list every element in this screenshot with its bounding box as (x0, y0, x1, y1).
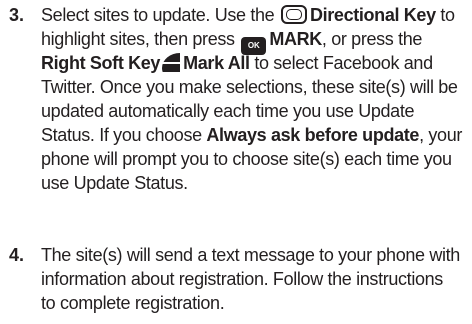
step-3-line-7: phone will prompt you to choose site(s) … (41, 149, 452, 169)
step-4-line-2: information about registration. Follow t… (41, 269, 443, 289)
step-3-line-3: Right Soft Key Mark All to select Faceboo… (41, 51, 468, 75)
directional-key-label: Directional Key (309, 5, 436, 25)
text-run: Status. If you choose (41, 125, 207, 145)
mark-all-label: Mark All (183, 53, 250, 73)
text-run: highlight sites, then press (41, 29, 240, 49)
step-3-text: Select sites to update. Use the Directio… (41, 3, 468, 195)
step-3-line-1: Select sites to update. Use the Directio… (41, 3, 468, 27)
directional-key-icon (280, 5, 307, 24)
mark-label: MARK (269, 29, 322, 49)
step-3-line-5: updated automatically each time you use … (41, 101, 415, 121)
text-run: , your (419, 125, 463, 145)
step-3-line-6: Status. If you choose Always ask before … (41, 123, 468, 147)
step-4-text: The site(s) will send a text message to … (41, 243, 468, 315)
step-4-line-1: The site(s) will send a text message to … (41, 245, 460, 265)
step-3-line-4: Twitter. Once you make selections, these… (41, 77, 458, 97)
right-soft-key-label: Right Soft Key (41, 53, 161, 73)
text-run: , or press the (321, 29, 423, 49)
right-soft-key-icon (162, 53, 181, 72)
text-run: to (435, 5, 455, 25)
text-run: to select Facebook and (249, 53, 433, 73)
text-run: Select sites to update. Use the (41, 5, 279, 25)
always-ask-label: Always ask before update (206, 125, 420, 145)
step-number: 3. (9, 5, 25, 25)
step-3-line-2: highlight sites, then press OK MARK, or p… (41, 27, 468, 55)
step-4-line-3: to complete registration. (41, 293, 225, 313)
step-number: 4. (9, 245, 25, 265)
step-3-line-8: use Update Status. (41, 173, 188, 193)
